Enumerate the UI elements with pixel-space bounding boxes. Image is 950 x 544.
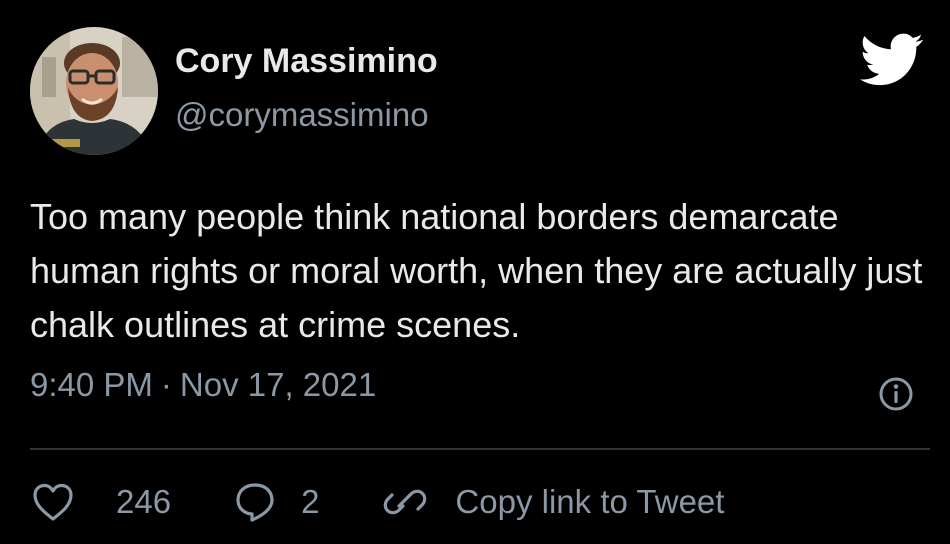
- user-handle[interactable]: @corymassimino: [175, 96, 429, 134]
- heart-icon: [30, 481, 76, 523]
- action-bar: 246 2 Copy link to Tweet: [30, 474, 724, 530]
- copy-link-button[interactable]: Copy link to Tweet: [381, 480, 724, 524]
- reply-count: 2: [301, 483, 320, 520]
- tweet-date[interactable]: Nov 17, 2021: [180, 366, 376, 403]
- twitter-bird-icon[interactable]: [860, 32, 924, 88]
- tweet-card: Cory Massimino @corymassimino Too many p…: [0, 0, 950, 544]
- like-button[interactable]: 246: [30, 481, 171, 523]
- tweet-timestamp[interactable]: 9:40 PM · Nov 17, 2021: [30, 366, 376, 404]
- tweet-time[interactable]: 9:40 PM: [30, 366, 153, 403]
- avatar[interactable]: [30, 27, 158, 155]
- tweet-text: Too many people think national borders d…: [30, 196, 923, 345]
- meta-separator: ·: [160, 366, 172, 403]
- info-icon[interactable]: [876, 374, 916, 414]
- display-name[interactable]: Cory Massimino: [175, 42, 438, 81]
- copy-link-label: Copy link to Tweet: [455, 483, 725, 520]
- reply-button[interactable]: 2: [233, 480, 319, 524]
- divider: [30, 448, 930, 450]
- reply-bubble-icon: [233, 480, 277, 524]
- like-count: 246: [116, 483, 172, 520]
- link-icon: [381, 480, 429, 524]
